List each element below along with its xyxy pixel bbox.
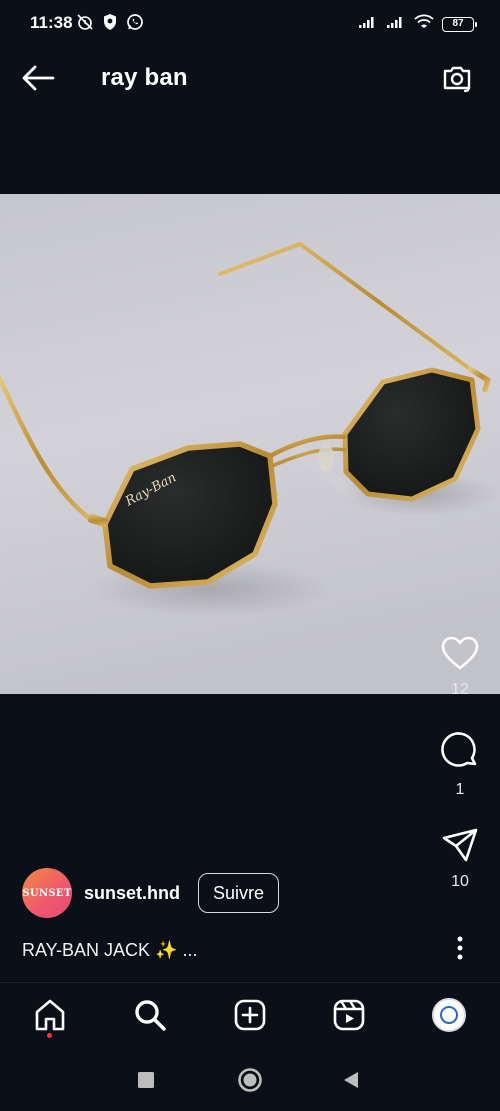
comment-icon	[441, 732, 477, 767]
like-action: 12	[441, 636, 479, 732]
alarm-off-icon	[76, 13, 94, 31]
like-count: 12	[451, 681, 469, 698]
camera-icon	[443, 66, 471, 93]
back-system-button[interactable]	[337, 1066, 365, 1094]
nav-profile[interactable]	[431, 997, 467, 1033]
whatsapp-icon	[126, 13, 144, 31]
home-icon	[35, 999, 65, 1031]
camera-button[interactable]	[440, 62, 474, 96]
author-username[interactable]: sunset.hnd	[84, 883, 180, 904]
share-action: 10	[442, 828, 478, 932]
recent-apps-button[interactable]	[132, 1066, 160, 1094]
nav-reels[interactable]	[331, 997, 367, 1033]
wifi-icon	[414, 14, 434, 34]
square-recent-icon	[138, 1072, 154, 1088]
arrow-left-icon	[22, 65, 55, 91]
search-icon	[135, 1000, 166, 1031]
home-system-button[interactable]	[236, 1066, 264, 1094]
post-caption[interactable]: RAY-BAN JACK ✨ ...	[22, 940, 197, 961]
more-options-button[interactable]	[456, 936, 464, 965]
author-avatar[interactable]: SUNSET	[22, 868, 72, 918]
reels-icon	[333, 999, 365, 1031]
more-vertical-icon	[457, 936, 463, 960]
post-image[interactable]: Ray-Ban	[0, 194, 500, 694]
status-bar: 11:38 87	[0, 0, 500, 46]
share-count: 10	[451, 873, 469, 890]
screen: 11:38 87 ray ban Ray-Ban 12 1 10 SUNSET …	[0, 0, 500, 1111]
create-icon	[234, 999, 266, 1031]
nav-create[interactable]	[232, 997, 268, 1033]
status-right-icons: 87	[358, 14, 477, 34]
heart-icon	[441, 636, 479, 670]
nav-search[interactable]	[132, 997, 168, 1033]
bottom-nav	[0, 982, 500, 1048]
nav-home[interactable]	[32, 997, 68, 1038]
follow-button[interactable]: Suivre	[198, 873, 280, 913]
triangle-back-icon	[344, 1072, 358, 1088]
comment-action: 1	[441, 732, 479, 828]
action-rail: 12 1 10	[438, 636, 482, 965]
battery-icon: 87	[442, 16, 477, 32]
signal-icon	[386, 15, 406, 34]
circle-home-icon	[238, 1068, 262, 1092]
like-button[interactable]	[441, 636, 479, 675]
page-title: ray ban	[101, 64, 188, 91]
send-icon	[442, 828, 478, 862]
share-button[interactable]	[442, 828, 478, 867]
profile-avatar	[432, 998, 466, 1032]
back-button[interactable]	[20, 62, 56, 94]
comment-button[interactable]	[441, 732, 479, 775]
comment-count: 1	[455, 781, 465, 798]
shield-icon	[102, 13, 118, 31]
sunglasses-photo: Ray-Ban	[0, 194, 500, 694]
profile-avatar-logo	[440, 1006, 458, 1024]
system-nav	[0, 1048, 500, 1111]
avatar-logo-text: SUNSET	[22, 887, 72, 899]
notification-dot	[47, 1033, 52, 1038]
status-left-icons	[76, 13, 144, 31]
status-time: 11:38	[30, 13, 73, 32]
author-row: SUNSET sunset.hnd Suivre	[22, 868, 280, 918]
header: ray ban	[0, 46, 500, 112]
signal-icon	[358, 15, 378, 34]
